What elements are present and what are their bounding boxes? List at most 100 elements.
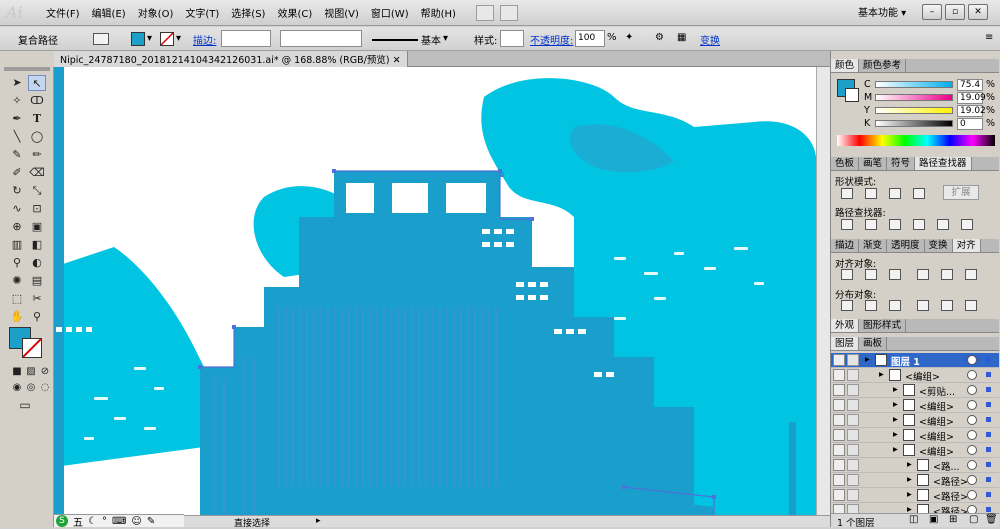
lock-toggle-icon[interactable] [847,414,859,426]
keyboard-icon[interactable]: ⌨ [112,516,126,527]
warp-tool-icon[interactable]: ∿ [8,201,26,217]
tab-layers[interactable]: 图层 [831,337,860,350]
channel-value[interactable]: 0 [957,118,983,130]
type-tool-icon[interactable]: T [28,111,46,127]
opacity-field[interactable]: 100 [575,30,605,47]
layer-row[interactable]: ▸ <编组> [831,413,999,428]
visibility-eye-icon[interactable] [833,474,845,486]
tab-transparency[interactable]: 透明度 [887,239,925,252]
tab-pathfinder[interactable]: 路径查找器 [915,157,972,170]
color-stroke-swatch[interactable] [845,88,859,102]
tab-transform[interactable]: 变换 [925,239,953,252]
outline-icon[interactable] [937,219,949,230]
magic-wand-icon[interactable]: ✧ [8,93,26,109]
tab-artboards[interactable]: 画板 [859,337,888,350]
target-circle-icon[interactable] [967,460,977,470]
artboard-tool-icon[interactable]: ⬚ [8,291,26,307]
target-circle-icon[interactable] [967,385,977,395]
gradient-tool-icon[interactable]: ◧ [28,237,46,253]
blend-tool-icon[interactable]: ◐ [28,255,46,271]
color-spectrum[interactable] [837,135,995,146]
panel-menu-icon[interactable]: ≡ [985,32,993,43]
close-button[interactable]: ✕ [968,4,988,20]
status-arrow-icon[interactable]: ▸ [316,516,321,526]
menu-item[interactable]: 效果(C) [271,5,318,20]
visibility-eye-icon[interactable] [833,414,845,426]
intersect-icon[interactable] [889,188,901,199]
channel-slider[interactable] [875,107,953,114]
layer-row[interactable]: ▸ <编组> [831,428,999,443]
crop-icon[interactable] [913,219,925,230]
align-top-icon[interactable] [917,269,929,280]
expand-button[interactable]: 扩展 [943,185,979,200]
tab-align[interactable]: 对齐 [952,239,981,252]
zoom-tool-icon[interactable]: ⚲ [28,309,46,325]
target-circle-icon[interactable] [967,400,977,410]
ellipse-tool-icon[interactable]: ◯ [28,129,46,145]
expand-arrow-icon[interactable]: ▸ [893,414,898,425]
make-clip-mask-icon[interactable]: ▣ [929,514,938,525]
visibility-eye-icon[interactable] [833,489,845,501]
selection-tool-icon[interactable]: ➤ [8,75,26,91]
visibility-eye-icon[interactable] [833,369,845,381]
bridge-icon[interactable] [475,4,494,21]
expand-arrow-icon[interactable]: ▸ [907,459,912,470]
stroke-color-box[interactable] [22,338,42,358]
distribute-bottom-icon[interactable] [889,300,901,311]
minus-front-icon[interactable] [865,188,877,199]
isolate-icon[interactable] [93,33,109,45]
brush-label[interactable]: 基本 [421,32,441,47]
channel-slider[interactable] [875,81,953,88]
close-tab-icon[interactable]: ✕ [393,55,401,66]
layer-row[interactable]: ▸ <路径> [831,473,999,488]
draw-inside-icon[interactable]: ◌ [36,380,54,396]
line-tool-icon[interactable]: ╲ [8,129,26,145]
paintbrush-icon[interactable]: ✎ [8,147,26,163]
align-right-icon[interactable] [889,269,901,280]
pen-tool-icon[interactable]: ✒ [8,111,26,127]
layer-name[interactable]: <编组> [919,399,954,413]
delete-layer-icon[interactable]: 🗑 [985,514,998,525]
new-sublayer-icon[interactable]: ⊞ [949,514,957,525]
fill-dropdown-icon[interactable]: ▾ [147,33,152,44]
brush-dropdown-icon[interactable]: ▾ [443,33,448,44]
lock-toggle-icon[interactable] [847,459,859,471]
eraser-icon[interactable]: ⌫ [28,165,46,181]
style-field[interactable] [500,30,524,47]
tab-swatches[interactable]: 色板 [831,157,860,170]
layer-row[interactable]: ▸ <编组> [831,398,999,413]
target-circle-icon[interactable] [967,475,977,485]
tab-brushes[interactable]: 画笔 [859,157,888,170]
perspective-grid-icon[interactable]: ▥ [8,237,26,253]
layer-row[interactable]: ▸ <路... [831,458,999,473]
stroke-dropdown-icon[interactable]: ▾ [176,33,181,44]
layer-name[interactable]: <路... [933,459,960,473]
recolor-icon[interactable]: ✦ [625,32,633,43]
menu-item[interactable]: 窗口(W) [365,5,415,20]
menu-item[interactable]: 编辑(E) [86,5,132,20]
tab-symbols[interactable]: 符号 [887,157,916,170]
visibility-eye-icon[interactable] [833,459,845,471]
layer-name[interactable]: <剪贴... [919,384,955,398]
stroke-weight-field[interactable] [221,30,271,47]
target-circle-icon[interactable] [967,355,977,365]
expand-arrow-icon[interactable]: ▸ [907,474,912,485]
lock-toggle-icon[interactable] [847,444,859,456]
target-circle-icon[interactable] [967,415,977,425]
direct-selection-tool-icon[interactable]: ↖ [28,75,46,91]
moon-icon[interactable]: ☾ [88,516,97,527]
expand-arrow-icon[interactable]: ▸ [893,384,898,395]
menu-item[interactable]: 对象(O) [132,5,180,20]
visibility-eye-icon[interactable] [833,429,845,441]
tools-grip[interactable] [4,67,50,71]
pencil-icon[interactable]: ✏ [28,147,46,163]
stroke-label[interactable]: 描边: [193,32,216,47]
layer-row[interactable]: ▸ <编组> [831,368,999,383]
locate-object-icon[interactable]: ◫ [909,514,918,525]
tab-color-guide[interactable]: 颜色参考 [859,59,907,72]
visibility-eye-icon[interactable] [833,354,845,366]
lasso-icon[interactable]: ↀ [28,93,46,109]
eyedropper-icon[interactable]: ⚲ [8,255,26,271]
visibility-eye-icon[interactable] [833,444,845,456]
workspace-switcher[interactable]: 基本功能 ▾ [858,4,906,19]
